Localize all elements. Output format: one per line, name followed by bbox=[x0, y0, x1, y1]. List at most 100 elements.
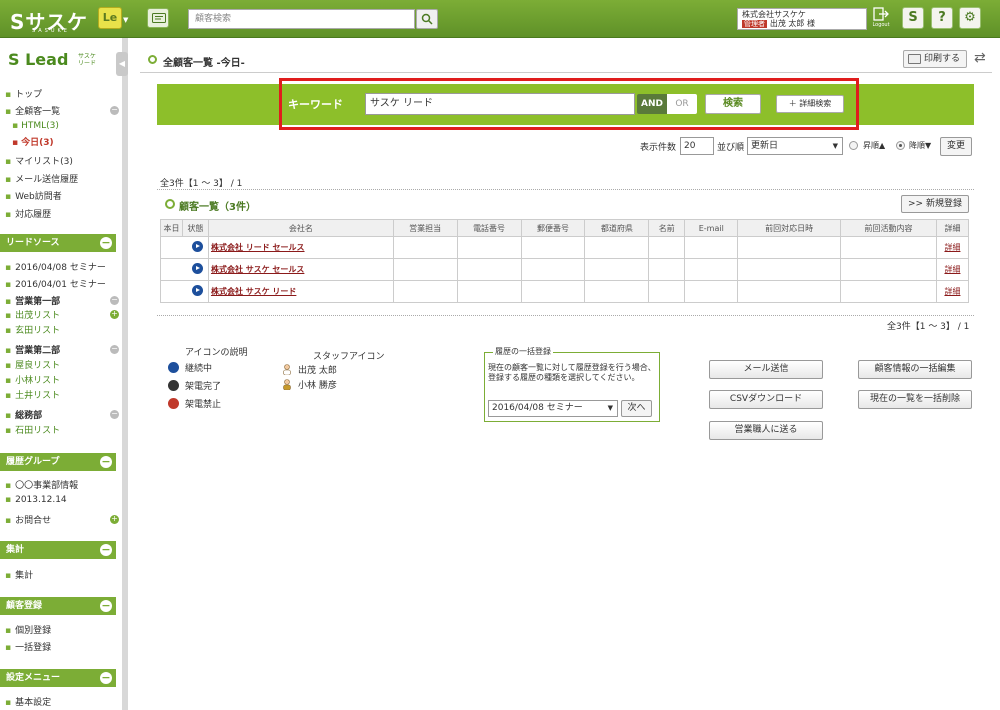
minus-icon[interactable]: − bbox=[100, 456, 112, 468]
minus-icon[interactable]: − bbox=[100, 672, 112, 684]
sidebar-scrollbar[interactable] bbox=[122, 38, 128, 710]
sidebar-item-division-info[interactable]: ▪ 〇〇事業部情報 bbox=[5, 478, 78, 491]
sidebar-item-individual-reg[interactable]: ▪ 個別登録 bbox=[5, 623, 51, 636]
change-button[interactable]: 変更 bbox=[940, 137, 972, 156]
desc-radio[interactable] bbox=[896, 141, 905, 150]
minus-icon[interactable]: − bbox=[100, 600, 112, 612]
sidebar-item-response-history[interactable]: ▪ 対応履歴 bbox=[5, 207, 51, 220]
customer-search-input[interactable]: 顧客検索 bbox=[188, 9, 415, 29]
play-status-icon bbox=[168, 362, 179, 373]
settings-header[interactable]: 設定メニュー − bbox=[0, 669, 116, 687]
help-icon[interactable]: ? bbox=[931, 7, 953, 29]
add-icon[interactable]: + bbox=[110, 515, 119, 524]
collapse-icon[interactable]: − bbox=[110, 410, 119, 419]
sidebar-item-doi-list[interactable]: ▪ 土井リスト bbox=[5, 388, 60, 401]
status-cell bbox=[160, 236, 209, 259]
sidebar-item-bulk-reg[interactable]: ▪ 一括登録 bbox=[5, 640, 51, 653]
or-toggle[interactable]: OR bbox=[667, 94, 697, 114]
sidebar-item-basic-settings[interactable]: ▪ 基本設定 bbox=[5, 695, 51, 708]
group-sales-1[interactable]: ▪ 営業第一部 bbox=[5, 294, 60, 307]
col-last-contact: 前回対応日時 bbox=[737, 219, 842, 237]
person-icon bbox=[282, 379, 292, 391]
sidebar-collapse-handle[interactable]: ◀ bbox=[116, 52, 128, 76]
logout-button[interactable]: Logout bbox=[870, 7, 892, 31]
detail-link[interactable]: 詳細 bbox=[944, 265, 960, 274]
new-registration-button[interactable]: >> 新規登録 bbox=[901, 195, 969, 213]
app-logo[interactable]: Sサスケ SASUKE bbox=[10, 6, 88, 35]
bulk-edit-button[interactable]: 顧客情報の一括編集 bbox=[858, 360, 972, 379]
keyword-input[interactable]: サスケ リード bbox=[365, 93, 635, 115]
sidebar-item-today[interactable]: ▪ 今日(3) bbox=[12, 135, 54, 148]
chevron-down-icon[interactable]: ▼ bbox=[123, 16, 128, 24]
play-status-icon[interactable] bbox=[192, 263, 203, 274]
sort-select[interactable]: 更新日 ▼ bbox=[747, 137, 843, 155]
sidebar-item-idemo-list[interactable]: ▪ 出茂リスト bbox=[5, 308, 60, 321]
sidebar-item-seminar-0401[interactable]: ▪ 2016/04/01 セミナー bbox=[5, 277, 106, 290]
company-link[interactable]: 株式会社 サスケ リード bbox=[211, 287, 296, 296]
registration-header[interactable]: 顧客登録 − bbox=[0, 597, 116, 615]
add-icon[interactable]: + bbox=[110, 310, 119, 319]
history-group-header[interactable]: 履歴グループ − bbox=[0, 453, 116, 471]
send-to-sales-button[interactable]: 営業職人に送る bbox=[709, 421, 823, 440]
detail-link[interactable]: 詳細 bbox=[944, 287, 960, 296]
user-info: 株式会社サスケケ 管理者 出茂 太郎 様 bbox=[737, 8, 867, 30]
company-cell: 株式会社 サスケ セールス bbox=[207, 258, 394, 281]
print-button[interactable]: 印刷する bbox=[903, 50, 967, 68]
detail-link[interactable]: 詳細 bbox=[944, 243, 960, 252]
play-status-icon[interactable] bbox=[192, 285, 203, 296]
minus-icon[interactable]: − bbox=[100, 237, 112, 249]
top-bar: Sサスケ SASUKE Le ▼ 顧客検索 株式会社サスケケ 管理者 出茂 太郎… bbox=[0, 0, 1000, 38]
gear-icon[interactable]: ⚙ bbox=[959, 7, 981, 29]
person-icon bbox=[282, 364, 292, 376]
and-toggle[interactable]: AND bbox=[637, 94, 667, 114]
divider bbox=[140, 72, 992, 73]
company-link[interactable]: 株式会社 リード セールス bbox=[211, 243, 305, 252]
search-button[interactable] bbox=[416, 9, 438, 29]
message-button[interactable] bbox=[147, 8, 169, 28]
bulk-next-button[interactable]: 次へ bbox=[621, 400, 652, 417]
refresh-icon[interactable]: ⇄ bbox=[974, 50, 990, 66]
sidebar-item-seminar-0408[interactable]: ▪ 2016/04/08 セミナー bbox=[5, 260, 106, 273]
asc-label: 昇順▲ bbox=[863, 141, 886, 150]
le-button[interactable]: Le bbox=[98, 7, 122, 29]
bulk-delete-button[interactable]: 現在の一覧を一括削除 bbox=[858, 390, 972, 409]
sasuke-menu-icon[interactable]: S bbox=[902, 7, 924, 29]
lead-logo-sub: サスケ リード bbox=[78, 53, 97, 67]
sidebar-item-stats[interactable]: ▪ 集計 bbox=[5, 568, 33, 581]
table-row: 株式会社 サスケ セールス 詳細 bbox=[160, 258, 970, 281]
lead-source-header[interactable]: リードソース − bbox=[0, 234, 116, 252]
csv-download-button[interactable]: CSVダウンロード bbox=[709, 390, 823, 409]
detail-search-button[interactable]: ＋ 詳細検索 bbox=[776, 95, 844, 113]
collapse-icon[interactable]: − bbox=[110, 296, 119, 305]
col-detail: 詳細 bbox=[935, 219, 970, 237]
col-sales-rep: 営業担当 bbox=[392, 219, 458, 237]
sidebar-item-all-customers[interactable]: ▪ 全顧客一覧 bbox=[5, 104, 60, 117]
group-general-affairs[interactable]: ▪ 総務部 bbox=[5, 408, 42, 421]
company-link[interactable]: 株式会社 サスケ セールス bbox=[211, 265, 304, 274]
sidebar-item-genda-list[interactable]: ▪ 玄田リスト bbox=[5, 323, 60, 336]
sidebar-item-mylist[interactable]: ▪ マイリスト(3) bbox=[5, 154, 73, 167]
send-mail-button[interactable]: メール送信 bbox=[709, 360, 823, 379]
display-count-input[interactable]: 20 bbox=[680, 137, 714, 155]
minus-icon[interactable]: − bbox=[100, 544, 112, 556]
group-sales-2[interactable]: ▪ 営業第二部 bbox=[5, 343, 60, 356]
table-header-row: 本日 状態 会社名 営業担当 電話番号 郵便番号 都道府県 名前 E-mail … bbox=[160, 219, 970, 237]
collapse-icon[interactable]: − bbox=[110, 345, 119, 354]
sidebar-item-yara-list[interactable]: ▪ 屋良リスト bbox=[5, 358, 60, 371]
sidebar-item-top[interactable]: ▪ トップ bbox=[5, 87, 42, 100]
asc-radio[interactable] bbox=[849, 141, 858, 150]
col-today: 本日 bbox=[160, 219, 183, 237]
play-status-icon[interactable] bbox=[192, 241, 203, 252]
sidebar-item-kobayashi-list[interactable]: ▪ 小林リスト bbox=[5, 373, 60, 386]
search-submit-button[interactable]: 検索 bbox=[705, 94, 761, 114]
stats-header[interactable]: 集計 − bbox=[0, 541, 116, 559]
sidebar-item-inquiry[interactable]: ▪ お問合せ bbox=[5, 513, 51, 526]
sidebar-item-mail-history[interactable]: ▪ メール送信履歴 bbox=[5, 172, 78, 185]
bulk-history-select[interactable]: 2016/04/08 セミナー ▼ bbox=[488, 400, 618, 417]
printer-icon bbox=[908, 54, 921, 64]
sidebar-item-20131214[interactable]: ▪ 2013.12.14 bbox=[5, 495, 67, 505]
sidebar-item-html[interactable]: ▪ HTML(3) bbox=[12, 121, 59, 131]
collapse-icon[interactable]: − bbox=[110, 106, 119, 115]
sidebar-item-ishida-list[interactable]: ▪ 石田リスト bbox=[5, 423, 60, 436]
sidebar-item-web-visitors[interactable]: ▪ Web訪問者 bbox=[5, 189, 62, 202]
